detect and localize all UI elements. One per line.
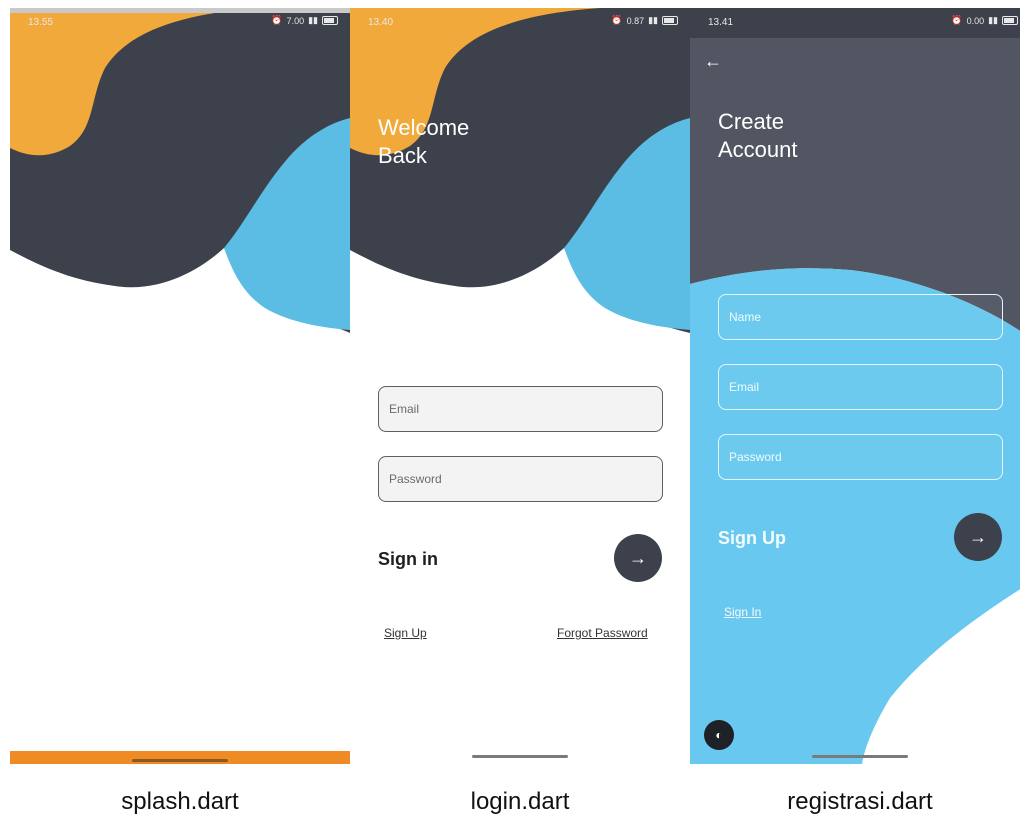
arrow-right-icon: → — [969, 526, 987, 547]
splash-background-waves — [10, 8, 350, 764]
alarm-icon: ⏰ — [271, 15, 283, 25]
network-speed: 7.00 — [286, 15, 305, 26]
network-speed: 0.00 — [966, 15, 985, 26]
register-screen: 13.41 ⏰ 0.00 ▮▮ ← Create Account Name Em… — [690, 8, 1020, 764]
title-line-2: Back — [378, 143, 427, 168]
name-placeholder: Name — [729, 310, 762, 324]
page-title: Create Account — [718, 108, 798, 164]
gesture-bar[interactable] — [132, 759, 228, 762]
signup-button[interactable]: → — [954, 513, 1002, 561]
signup-label: Sign Up — [718, 528, 786, 548]
caption-splash: splash.dart — [121, 788, 239, 815]
email-field[interactable]: Email — [378, 386, 663, 432]
status-icons: ⏰ 7.00 ▮▮ — [271, 15, 338, 26]
alarm-icon: ⏰ — [611, 15, 623, 25]
page-title: Welcome Back — [378, 114, 469, 170]
status-time: 13.40 — [368, 17, 394, 28]
status-bar: 13.40 ⏰ 0.87 ▮▮ — [350, 8, 690, 36]
splash-screen: 13.55 ⏰ 7.00 ▮▮ — [10, 8, 350, 764]
status-icons: ⏰ 0.00 ▮▮ — [951, 15, 1018, 26]
password-field[interactable]: Password — [378, 456, 663, 502]
signal-icon: ▮▮ — [648, 15, 658, 25]
status-time: 13.41 — [708, 17, 734, 28]
assistive-touch-icon[interactable]: ◐ — [704, 720, 734, 750]
battery-icon — [662, 16, 678, 25]
gesture-bar[interactable] — [472, 755, 568, 758]
arrow-right-icon: → — [629, 547, 647, 568]
password-placeholder: Password — [389, 472, 442, 486]
network-speed: 0.87 — [626, 15, 645, 26]
signin-label: Sign in — [378, 549, 438, 569]
signal-icon: ▮▮ — [988, 15, 998, 25]
forgot-password-link[interactable]: Forgot Password — [557, 626, 648, 640]
status-time: 13.55 — [28, 17, 54, 28]
status-icons: ⏰ 0.87 ▮▮ — [611, 15, 678, 26]
email-placeholder: Email — [729, 380, 760, 394]
caption-register: registrasi.dart — [787, 788, 933, 815]
gesture-bar[interactable] — [812, 755, 908, 758]
battery-icon — [322, 16, 338, 25]
email-placeholder: Email — [389, 402, 420, 416]
status-bar: 13.41 ⏰ 0.00 ▮▮ — [690, 8, 1020, 36]
battery-icon — [1002, 16, 1018, 25]
signup-link[interactable]: Sign Up — [384, 626, 427, 640]
signin-link[interactable]: Sign In — [724, 605, 761, 619]
login-screen: 13.40 ⏰ 0.87 ▮▮ Welcome Back Email Passw… — [350, 8, 690, 764]
password-placeholder: Password — [729, 450, 782, 464]
password-field[interactable]: Password — [718, 434, 1003, 480]
back-arrow-icon[interactable]: ← — [704, 51, 722, 72]
email-field[interactable]: Email — [718, 364, 1003, 410]
signal-icon: ▮▮ — [308, 15, 318, 25]
status-bar: 13.55 ⏰ 7.00 ▮▮ — [10, 8, 350, 36]
signin-button[interactable]: → — [614, 534, 662, 582]
title-line-2: Account — [718, 137, 798, 162]
caption-login: login.dart — [470, 788, 570, 815]
alarm-icon: ⏰ — [951, 15, 963, 25]
title-line-1: Create — [718, 109, 785, 134]
title-line-1: Welcome — [378, 115, 470, 140]
name-field[interactable]: Name — [718, 294, 1003, 340]
